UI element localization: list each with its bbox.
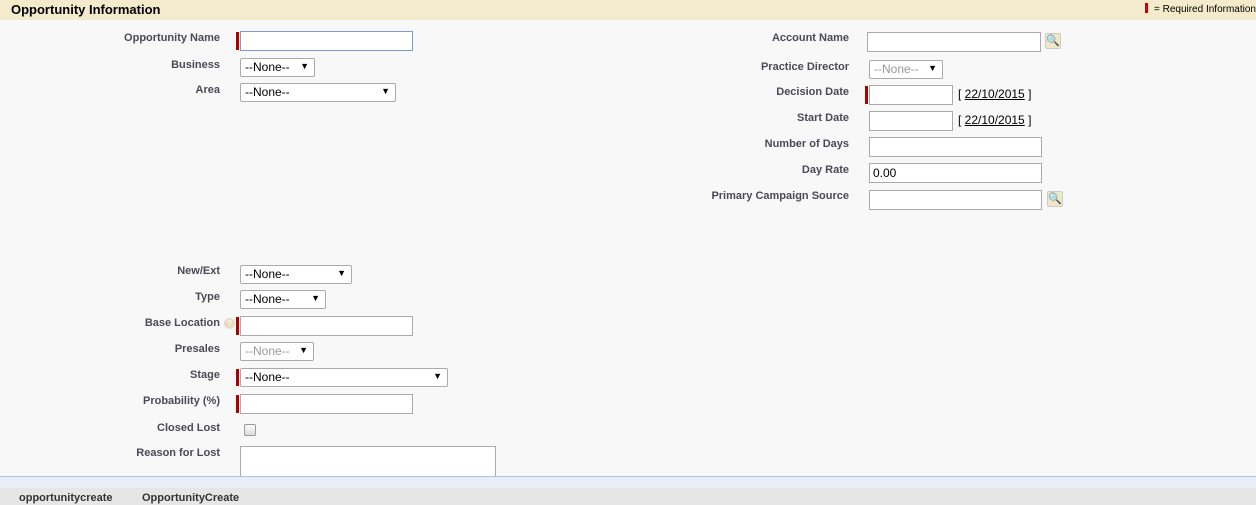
lookup-icon[interactable]: 🔍 bbox=[1045, 33, 1061, 49]
presales-value: --None-- bbox=[245, 344, 290, 358]
type-label: Type bbox=[195, 291, 220, 303]
footer-divider bbox=[0, 476, 1256, 488]
start-date-today: [ 22/10/2015 ] bbox=[958, 113, 1032, 127]
chevron-down-icon: ▼ bbox=[381, 86, 390, 96]
reason-for-lost-label: Reason for Lost bbox=[136, 447, 220, 459]
primary-campaign-source-label: Primary Campaign Source bbox=[711, 190, 849, 202]
new-ext-select[interactable]: --None-- ▼ bbox=[240, 265, 352, 284]
chevron-down-icon: ▼ bbox=[433, 371, 442, 381]
required-marker bbox=[236, 395, 239, 413]
number-of-days-input[interactable] bbox=[869, 137, 1042, 157]
start-date-label: Start Date bbox=[797, 112, 849, 124]
section-title: Opportunity Information bbox=[11, 2, 161, 17]
decision-date-today-link[interactable]: 22/10/2015 bbox=[965, 87, 1025, 101]
footer-item: opportunitycreate bbox=[19, 492, 113, 504]
practice-director-select[interactable]: --None-- ▼ bbox=[869, 60, 943, 79]
chevron-down-icon: ▼ bbox=[311, 293, 320, 303]
section-header: Opportunity Information = Required Infor… bbox=[0, 0, 1256, 20]
area-value: --None-- bbox=[245, 85, 290, 99]
help-icon[interactable]: ? bbox=[224, 318, 235, 329]
area-label: Area bbox=[195, 84, 220, 96]
new-ext-value: --None-- bbox=[245, 267, 290, 281]
closed-lost-label: Closed Lost bbox=[157, 422, 220, 434]
start-date-today-link[interactable]: 22/10/2015 bbox=[965, 113, 1025, 127]
base-location-label: Base Location bbox=[144, 317, 220, 329]
practice-director-label: Practice Director bbox=[760, 61, 849, 73]
number-of-days-label: Number of Days bbox=[764, 138, 849, 150]
business-select[interactable]: --None-- ▼ bbox=[240, 58, 315, 77]
chevron-down-icon: ▼ bbox=[300, 61, 309, 71]
opportunity-name-input[interactable] bbox=[240, 31, 413, 51]
required-marker bbox=[236, 32, 239, 50]
stage-value: --None-- bbox=[245, 370, 290, 384]
probability-label: Probability (%) bbox=[142, 395, 220, 407]
required-marker bbox=[1144, 3, 1148, 13]
chevron-down-icon: ▼ bbox=[928, 63, 937, 73]
decision-date-today: [ 22/10/2015 ] bbox=[958, 87, 1032, 101]
decision-date-input[interactable] bbox=[869, 85, 953, 105]
required-legend: = Required Information bbox=[1144, 3, 1256, 15]
required-marker bbox=[865, 86, 868, 104]
required-marker bbox=[236, 369, 239, 386]
type-select[interactable]: --None-- ▼ bbox=[240, 290, 326, 309]
primary-campaign-source-input[interactable] bbox=[869, 190, 1042, 210]
day-rate-input[interactable] bbox=[869, 163, 1042, 183]
account-name-input[interactable] bbox=[867, 32, 1041, 52]
start-date-input[interactable] bbox=[869, 111, 953, 131]
decision-date-label: Decision Date bbox=[776, 86, 849, 98]
business-label: Business bbox=[171, 59, 220, 71]
probability-input[interactable] bbox=[240, 394, 413, 414]
footer-bar: opportunitycreate OpportunityCreate bbox=[0, 488, 1256, 505]
chevron-down-icon: ▼ bbox=[337, 268, 346, 278]
required-legend-text: = Required Information bbox=[1153, 4, 1256, 15]
type-value: --None-- bbox=[245, 292, 290, 306]
base-location-input[interactable] bbox=[240, 316, 413, 336]
area-select[interactable]: --None-- ▼ bbox=[240, 83, 396, 102]
stage-select[interactable]: --None-- ▼ bbox=[240, 368, 448, 387]
closed-lost-checkbox[interactable] bbox=[244, 424, 256, 436]
footer-item: OpportunityCreate bbox=[142, 492, 240, 504]
stage-label: Stage bbox=[190, 369, 220, 381]
practice-director-value: --None-- bbox=[874, 62, 919, 76]
day-rate-label: Day Rate bbox=[801, 164, 849, 176]
required-marker bbox=[236, 317, 239, 335]
presales-label: Presales bbox=[174, 343, 220, 355]
chevron-down-icon: ▼ bbox=[299, 345, 308, 355]
presales-select[interactable]: --None-- ▼ bbox=[240, 342, 314, 361]
lookup-icon[interactable]: 🔍 bbox=[1047, 191, 1063, 207]
account-name-label: Account Name bbox=[771, 32, 849, 44]
new-ext-label: New/Ext bbox=[177, 265, 220, 277]
business-value: --None-- bbox=[245, 60, 290, 74]
opportunity-name-label: Opportunity Name bbox=[124, 32, 220, 44]
